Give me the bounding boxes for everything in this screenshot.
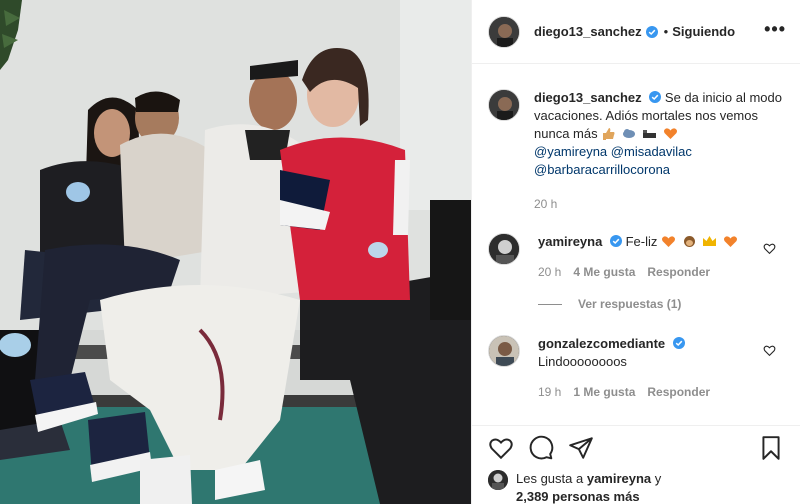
avatar-image	[489, 336, 519, 366]
comment-text: Lindoooooooos	[538, 354, 627, 369]
likes-count[interactable]: 2,389 personas más	[516, 489, 640, 504]
post-header: diego13_sanchez • Siguiendo •••	[472, 0, 800, 64]
more-icon[interactable]: •••	[764, 20, 786, 38]
caption-avatar[interactable]	[488, 89, 520, 121]
comment-avatar[interactable]	[488, 233, 520, 265]
likes-prefix: Les gusta a	[516, 471, 584, 486]
mention-link[interactable]: @yamireyna	[534, 144, 607, 159]
reply-button[interactable]: Responder	[647, 263, 710, 281]
comment-username[interactable]: yamireyna	[538, 234, 602, 249]
verified-icon	[672, 337, 685, 349]
monkey-emoji-icon	[683, 236, 695, 247]
comment-item: yamireyna Fe-liz 20 h 4 Me gusta Respond…	[488, 233, 784, 281]
verified-icon	[645, 25, 658, 38]
thumbs-up-emoji-icon	[603, 128, 615, 140]
share-icon[interactable]	[568, 435, 594, 461]
view-replies-button[interactable]: Ver respuestas (1)	[488, 297, 784, 311]
comment-like-icon[interactable]	[763, 344, 776, 357]
author-avatar[interactable]	[488, 15, 520, 48]
likes-text: Les gusta a yamireyna y 2,389 personas m…	[516, 470, 661, 504]
verified-icon	[649, 91, 662, 103]
comment-body: yamireyna Fe-liz 20 h 4 Me gusta Respond…	[538, 233, 784, 281]
post-modal: diego13_sanchez • Siguiendo ••• diego13_…	[0, 0, 800, 504]
comment-meta: 19 h 1 Me gusta Responder	[538, 383, 784, 401]
comment-time[interactable]: 19 h	[538, 383, 561, 401]
view-replies-label[interactable]: Ver respuestas (1)	[578, 297, 681, 311]
avatar-image	[488, 470, 508, 490]
caption-meta: 20 h	[534, 195, 784, 213]
heart-icon[interactable]	[488, 435, 514, 461]
comment-avatar[interactable]	[488, 335, 520, 367]
orange-heart-emoji-icon	[723, 236, 737, 247]
author-username[interactable]: diego13_sanchez	[534, 24, 642, 39]
bed-emoji-icon	[643, 130, 657, 138]
comment-body: gonzalezcomediante Lindoooooooos 19 h 1 …	[538, 335, 784, 401]
orange-heart-emoji-icon	[661, 236, 675, 247]
post-sidebar: diego13_sanchez • Siguiendo ••• diego13_…	[471, 0, 800, 504]
action-icons	[488, 426, 784, 470]
comment-item: gonzalezcomediante Lindoooooooos 19 h 1 …	[488, 335, 784, 401]
comment-time[interactable]: 20 h	[538, 263, 561, 281]
header-dot: •	[663, 24, 669, 39]
comment-like-icon[interactable]	[763, 242, 776, 255]
comment-text: Fe-liz	[625, 234, 658, 249]
comment-likes[interactable]: 1 Me gusta	[573, 383, 635, 401]
avatar-image	[489, 234, 519, 264]
divider-line	[538, 303, 562, 305]
caption-username[interactable]: diego13_sanchez	[534, 90, 642, 105]
caption-mentions: @yamireyna @misadavilac @barbaracarrillo…	[534, 143, 784, 179]
orange-heart-emoji-icon	[664, 128, 678, 139]
caption-emojis	[601, 126, 680, 141]
caption-body: diego13_sanchez Se da inicio al modo vac…	[534, 89, 784, 213]
cloud-emoji-icon	[622, 129, 635, 138]
photo-illustration	[0, 0, 471, 504]
caption: diego13_sanchez Se da inicio al modo vac…	[488, 89, 784, 213]
likes-summary: Les gusta a yamireyna y 2,389 personas m…	[488, 470, 784, 504]
post-photo[interactable]	[0, 0, 471, 504]
comments-list[interactable]: diego13_sanchez Se da inicio al modo vac…	[472, 65, 800, 425]
crown-emoji-icon	[703, 236, 717, 246]
verified-icon	[609, 235, 622, 247]
avatar-image	[489, 16, 519, 47]
caption-time[interactable]: 20 h	[534, 195, 557, 213]
bookmark-icon[interactable]	[758, 435, 784, 461]
comment-likes[interactable]: 4 Me gusta	[573, 263, 635, 281]
liker-username[interactable]: yamireyna	[587, 471, 651, 486]
following-button[interactable]: Siguiendo	[672, 24, 735, 39]
avatar-image	[489, 90, 519, 120]
reply-button[interactable]: Responder	[647, 383, 710, 401]
mention-link[interactable]: @misadavilac	[611, 144, 692, 159]
comment-icon[interactable]	[528, 435, 554, 461]
comment-meta: 20 h 4 Me gusta Responder	[538, 263, 784, 281]
mention-link[interactable]: @barbaracarrillocorona	[534, 162, 670, 177]
post-actions: Les gusta a yamireyna y 2,389 personas m…	[472, 425, 800, 504]
liker-avatar[interactable]	[488, 470, 508, 490]
likes-joiner: y	[654, 471, 662, 486]
comment-username[interactable]: gonzalezcomediante	[538, 336, 665, 351]
